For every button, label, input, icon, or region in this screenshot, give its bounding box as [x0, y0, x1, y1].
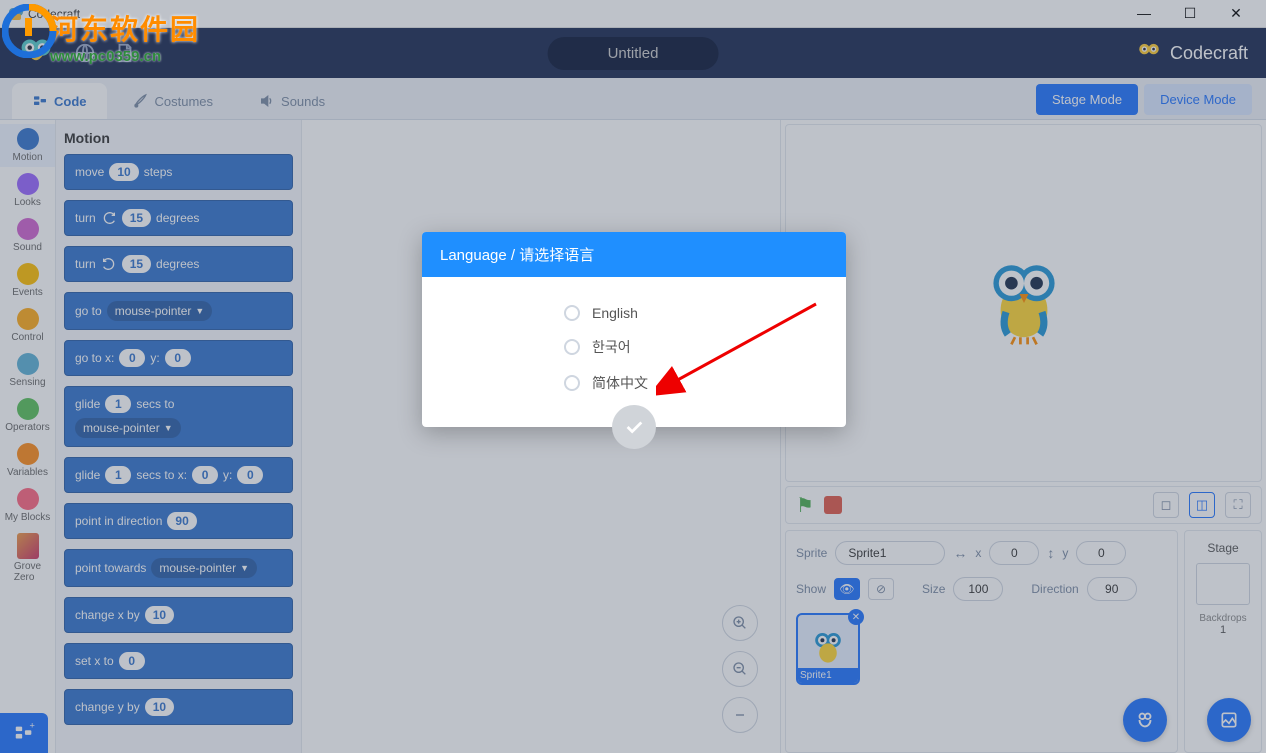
lang-option-korean[interactable]: 한국어 [564, 337, 704, 357]
lang-option-chinese[interactable]: 简体中文 [564, 373, 704, 393]
confirm-button[interactable] [612, 405, 656, 449]
language-modal: Language / 请选择语言 English 한국어 简体中文 [422, 232, 846, 427]
modal-title: Language / 请选择语言 [422, 232, 846, 277]
lang-option-english[interactable]: English [564, 305, 704, 321]
